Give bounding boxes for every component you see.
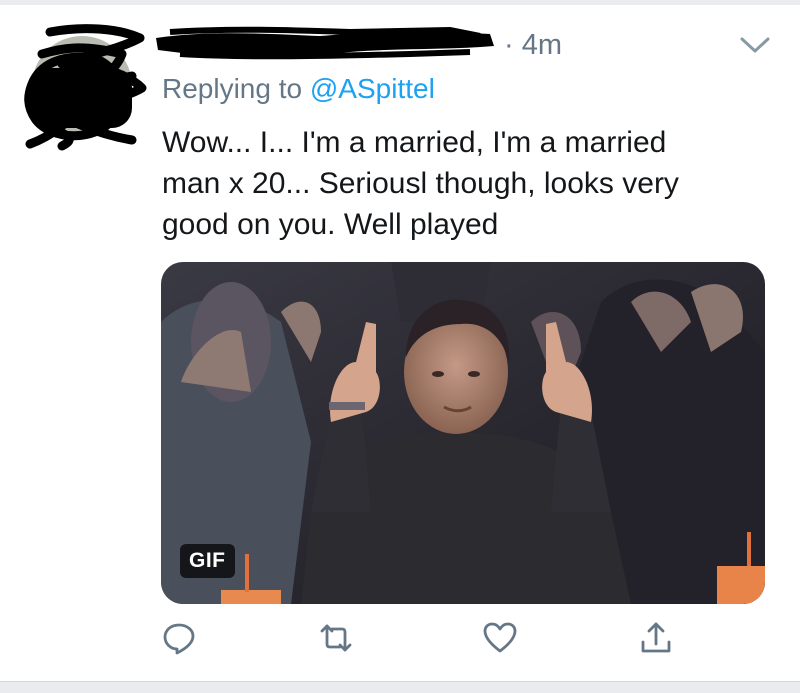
timestamp[interactable]: · 4m <box>504 28 562 62</box>
share-icon[interactable] <box>638 620 674 656</box>
reply-prefix: Replying to <box>162 73 310 104</box>
heart-icon[interactable] <box>482 620 518 656</box>
tweet-text: Wow... I... I'm a married, I'm a married… <box>162 122 772 245</box>
tweet-text-line: man x 20... Seriousl though, looks very <box>162 167 679 200</box>
reply-icon[interactable] <box>161 620 197 656</box>
author-name-redacted[interactable] <box>150 26 500 60</box>
tweet-text-line: good on you. Well played <box>162 208 499 241</box>
retweet-icon[interactable] <box>318 620 354 656</box>
bottom-divider <box>0 681 800 693</box>
avatar[interactable] <box>22 24 154 156</box>
chevron-down-icon[interactable] <box>738 34 772 56</box>
gif-image <box>161 262 765 604</box>
top-divider <box>0 0 800 5</box>
gif-media[interactable]: GIF <box>161 262 765 604</box>
avatar-scribble <box>24 24 147 151</box>
replying-to-line: Replying to @ASpittel <box>162 72 435 106</box>
gif-badge: GIF <box>180 544 235 578</box>
tweet-text-line: Wow... I... I'm a married, I'm a married <box>162 126 667 159</box>
reply-handle-link[interactable]: @ASpittel <box>310 73 435 104</box>
